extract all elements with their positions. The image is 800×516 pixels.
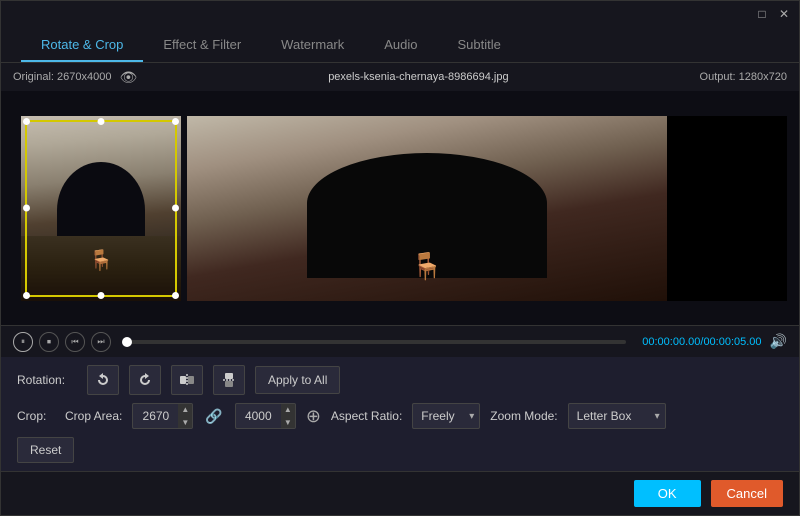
tab-rotate-crop[interactable]: Rotate & Crop bbox=[21, 29, 143, 62]
tab-watermark[interactable]: Watermark bbox=[261, 29, 364, 62]
source-image: 🪑 bbox=[21, 116, 181, 301]
maximize-button[interactable]: □ bbox=[755, 7, 769, 21]
center-crop-icon[interactable]: ⊕ bbox=[306, 406, 321, 427]
original-size-label: Original: 2670x4000 bbox=[13, 71, 111, 83]
flip-horizontal-button[interactable] bbox=[171, 365, 203, 395]
preview-canvas: 🪑 bbox=[1, 91, 799, 325]
crop-label: Crop: bbox=[17, 409, 55, 423]
reset-button[interactable]: Reset bbox=[17, 437, 74, 463]
output-black-bars bbox=[667, 116, 787, 301]
file-info-left: Original: 2670x4000 👁 bbox=[13, 69, 137, 86]
timeline-track[interactable] bbox=[127, 340, 626, 344]
rotation-label: Rotation: bbox=[17, 373, 77, 387]
apply-all-button[interactable]: Apply to All bbox=[255, 366, 340, 394]
zoom-mode-wrapper: Letter Box Pan & Scan Full ▾ bbox=[568, 403, 666, 429]
timeline-thumb[interactable] bbox=[122, 337, 132, 347]
preview-area: Original: 2670x4000 👁 pexels-ksenia-cher… bbox=[1, 63, 799, 357]
footer-bar: OK Cancel bbox=[1, 471, 799, 515]
timeline-bar: ⏸ ⏹ ⏮ ⏭ 00:00:00.00/00:00:05.00 🔊 bbox=[1, 325, 799, 357]
image-simulation: 🪑 bbox=[21, 116, 181, 301]
crop-height-input[interactable] bbox=[236, 409, 281, 423]
zoom-mode-select[interactable]: Letter Box Pan & Scan Full bbox=[568, 403, 666, 429]
tab-effect-filter[interactable]: Effect & Filter bbox=[143, 29, 261, 62]
cancel-button[interactable]: Cancel bbox=[711, 480, 783, 507]
crop-row: Crop: Crop Area: ▲ ▼ 🔗 ▲ ▼ bbox=[17, 403, 783, 429]
file-info-bar: Original: 2670x4000 👁 pexels-ksenia-cher… bbox=[1, 63, 799, 91]
close-button[interactable]: ✕ bbox=[777, 7, 791, 21]
crop-height-decrement[interactable]: ▼ bbox=[281, 416, 295, 429]
window-controls: □ ✕ bbox=[755, 7, 791, 21]
rotate-ccw-button[interactable] bbox=[87, 365, 119, 395]
stop-button[interactable]: ⏹ bbox=[39, 332, 59, 352]
link-dimensions-icon[interactable]: 🔗 bbox=[205, 408, 222, 425]
chairs-shape: 🪑 bbox=[89, 248, 114, 273]
aspect-ratio-wrapper: Freely 16:9 4:3 1:1 9:16 ▾ bbox=[412, 403, 480, 429]
flip-vertical-button[interactable] bbox=[213, 365, 245, 395]
title-bar: □ ✕ bbox=[1, 1, 799, 27]
next-button[interactable]: ⏭ bbox=[91, 332, 111, 352]
filename-label: pexels-ksenia-chernaya-8986694.jpg bbox=[328, 71, 508, 83]
images-container: 🪑 bbox=[1, 91, 799, 325]
tab-subtitle[interactable]: Subtitle bbox=[438, 29, 521, 62]
crop-area-label: Crop Area: bbox=[65, 409, 122, 423]
output-image: 🪑 bbox=[187, 116, 787, 301]
output-image-inner: 🪑 bbox=[187, 116, 787, 301]
aspect-ratio-select[interactable]: Freely 16:9 4:3 1:1 9:16 bbox=[412, 403, 480, 429]
aspect-ratio-label: Aspect Ratio: bbox=[331, 409, 402, 423]
output-size-label: Output: 1280x720 bbox=[700, 71, 787, 83]
source-image-wrapper: 🪑 bbox=[21, 116, 181, 301]
visibility-icon[interactable]: 👁 bbox=[119, 69, 137, 86]
tab-bar: Rotate & Crop Effect & Filter Watermark … bbox=[1, 27, 799, 63]
tab-audio[interactable]: Audio bbox=[364, 29, 437, 62]
output-image-content: 🪑 bbox=[187, 116, 667, 301]
rotation-row: Rotation: bbox=[17, 365, 783, 395]
output-image-wrapper: 🪑 bbox=[187, 116, 787, 301]
ok-button[interactable]: OK bbox=[634, 480, 701, 507]
timeline-controls: ⏸ ⏹ ⏮ ⏭ bbox=[13, 332, 111, 352]
bottom-controls: Rotation: bbox=[1, 357, 799, 471]
volume-icon[interactable]: 🔊 bbox=[770, 333, 787, 350]
crop-width-decrement[interactable]: ▼ bbox=[178, 416, 192, 429]
prev-button[interactable]: ⏮ bbox=[65, 332, 85, 352]
rotate-cw-button[interactable] bbox=[129, 365, 161, 395]
crop-width-increment[interactable]: ▲ bbox=[178, 403, 192, 416]
crop-height-spinners: ▲ ▼ bbox=[281, 403, 295, 429]
crop-height-increment[interactable]: ▲ bbox=[281, 403, 295, 416]
zoom-mode-label: Zoom Mode: bbox=[490, 409, 557, 423]
pause-button[interactable]: ⏸ bbox=[13, 332, 33, 352]
time-display: 00:00:00.00/00:00:05.00 bbox=[642, 336, 761, 348]
crop-height-input-wrapper: ▲ ▼ bbox=[235, 403, 296, 429]
main-window: □ ✕ Rotate & Crop Effect & Filter Waterm… bbox=[0, 0, 800, 516]
crop-width-input-wrapper: ▲ ▼ bbox=[132, 403, 193, 429]
reset-row: Reset bbox=[17, 437, 783, 463]
crop-width-input[interactable] bbox=[133, 409, 178, 423]
crop-width-spinners: ▲ ▼ bbox=[178, 403, 192, 429]
